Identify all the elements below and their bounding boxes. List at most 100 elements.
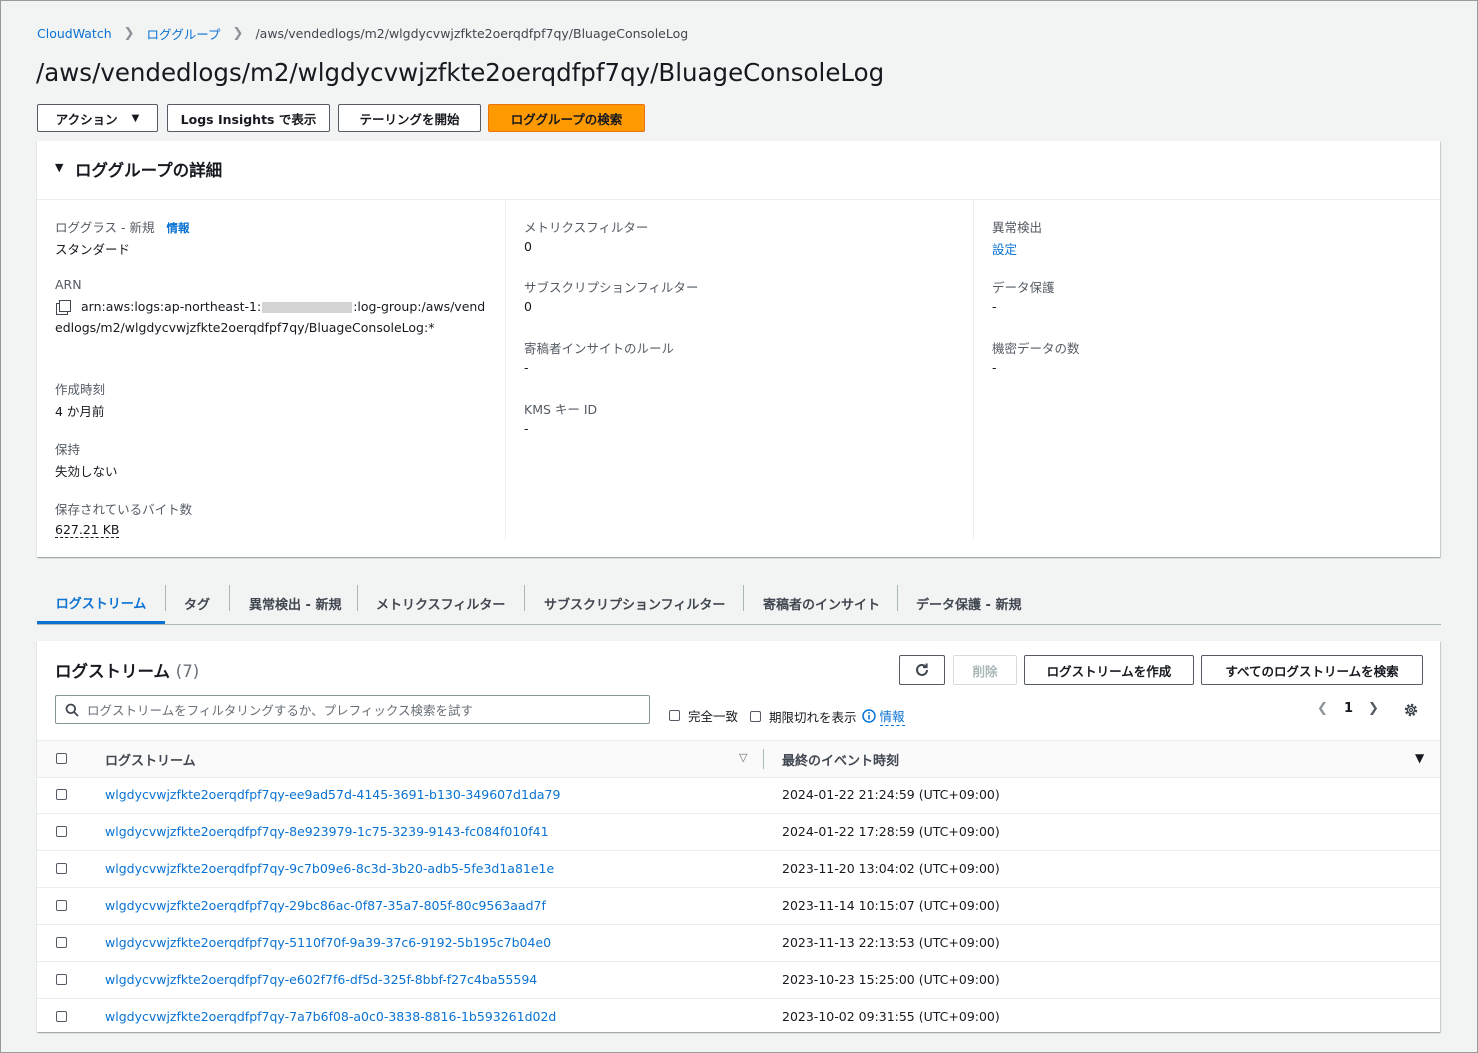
- previous-page-icon[interactable]: ❮: [1317, 701, 1328, 716]
- create-log-stream-button[interactable]: ログストリームを作成: [1024, 655, 1194, 685]
- refresh-icon: [916, 663, 928, 676]
- last-event-time: 2024-01-22 21:24:59 (UTC+09:00): [782, 787, 1000, 802]
- table-header: ログストリーム ▽ 最終のイベント時刻 ▼: [37, 740, 1440, 778]
- chevron-right-icon: ❯: [232, 25, 244, 41]
- log-stream-link[interactable]: wlgdycvwjzfkte2oerqdfpf7qy-29bc86ac-0f87…: [105, 898, 546, 913]
- row-checkbox[interactable]: [56, 937, 67, 948]
- log-stream-link[interactable]: wlgdycvwjzfkte2oerqdfpf7qy-8e923979-1c75…: [105, 824, 549, 839]
- log-stream-filter-input[interactable]: ログストリームをフィルタリングするか、プレフィックス検索を試す: [55, 695, 650, 724]
- search-log-group-button[interactable]: ロググループの検索: [488, 104, 645, 132]
- sensitive-count-value: -: [992, 360, 997, 375]
- tab-bar: ログストリーム タグ 異常検出 - 新規 メトリクスフィルター サブスクリプショ…: [37, 583, 1441, 625]
- filter-placeholder: ログストリームをフィルタリングするか、プレフィックス検索を試す: [87, 703, 474, 718]
- column-header-last-event-time[interactable]: 最終のイベント時刻: [782, 750, 899, 769]
- kms-value: -: [524, 421, 529, 436]
- actions-dropdown-button[interactable]: アクション ▼: [37, 104, 158, 132]
- show-expired-option[interactable]: 期限切れを表示 情報: [750, 706, 905, 726]
- tab-tags[interactable]: タグ: [184, 583, 210, 623]
- exact-match-option[interactable]: 完全一致: [669, 706, 738, 725]
- page-number[interactable]: 1: [1344, 701, 1353, 716]
- row-checkbox[interactable]: [56, 863, 67, 874]
- gear-icon[interactable]: [1403, 702, 1419, 718]
- show-expired-checkbox[interactable]: [750, 710, 761, 722]
- breadcrumb-log-groups[interactable]: ロググループ: [147, 24, 221, 43]
- log-stream-link[interactable]: wlgdycvwjzfkte2oerqdfpf7qy-e602f7f6-df5d…: [105, 972, 537, 987]
- tab-log-streams[interactable]: ログストリーム: [37, 583, 165, 624]
- arn-label: ARN: [55, 277, 82, 292]
- log-stream-link[interactable]: wlgdycvwjzfkte2oerqdfpf7qy-9c7b09e6-8c3d…: [105, 861, 554, 876]
- row-checkbox[interactable]: [56, 900, 67, 911]
- search-icon: [65, 703, 79, 717]
- row-checkbox[interactable]: [56, 974, 67, 985]
- data-protection-value: -: [992, 299, 997, 314]
- table-row: wlgdycvwjzfkte2oerqdfpf7qy-8e923979-1c75…: [37, 814, 1440, 851]
- stored-bytes-label: 保存されているバイト数: [55, 502, 193, 517]
- arn-value: arn:aws:logs:ap-northeast-1::log-group:/…: [55, 299, 486, 335]
- log-streams-title: ログストリーム (7): [55, 662, 200, 681]
- tab-anomaly-detection[interactable]: 異常検出 - 新規: [249, 583, 341, 623]
- tab-metric-filters[interactable]: メトリクスフィルター: [376, 583, 505, 623]
- table-row: wlgdycvwjzfkte2oerqdfpf7qy-5110f70f-9a39…: [37, 925, 1440, 962]
- select-all-checkbox[interactable]: [56, 753, 67, 764]
- redacted-account-id: [262, 302, 353, 313]
- table-row: wlgdycvwjzfkte2oerqdfpf7qy-9c7b09e6-8c3d…: [37, 851, 1440, 888]
- log-class-value: スタンダード: [55, 242, 131, 257]
- tab-divider: [165, 585, 166, 611]
- row-checkbox[interactable]: [56, 789, 67, 800]
- table-row: wlgdycvwjzfkte2oerqdfpf7qy-ee9ad57d-4145…: [37, 777, 1440, 814]
- log-group-details-panel: ▼ ロググループの詳細 ロググラス - 新規 情報 スタンダード ARN arn:…: [37, 141, 1440, 557]
- log-stream-link[interactable]: wlgdycvwjzfkte2oerqdfpf7qy-5110f70f-9a39…: [105, 935, 551, 950]
- log-stream-link[interactable]: wlgdycvwjzfkte2oerqdfpf7qy-ee9ad57d-4145…: [105, 787, 560, 802]
- row-checkbox[interactable]: [56, 826, 67, 837]
- exact-match-checkbox[interactable]: [669, 710, 680, 721]
- view-in-logs-insights-button[interactable]: Logs Insights で表示: [167, 104, 330, 132]
- data-protection-label: データ保護: [992, 280, 1055, 295]
- sort-icon[interactable]: ▽: [739, 751, 747, 764]
- tab-divider: [524, 585, 525, 611]
- table-row: wlgdycvwjzfkte2oerqdfpf7qy-7a7b6f08-a0c0…: [37, 999, 1440, 1035]
- page-title: /aws/vendedlogs/m2/wlgdycvwjzfkte2oerqdf…: [36, 58, 885, 87]
- breadcrumb-cloudwatch[interactable]: CloudWatch: [37, 26, 112, 41]
- details-column-2: メトリクスフィルター 0 サブスクリプションフィルター 0 寄稿者インサイトのル…: [505, 199, 974, 539]
- show-expired-label: 期限切れを表示: [769, 709, 857, 725]
- row-checkbox[interactable]: [56, 1011, 67, 1022]
- tab-divider: [743, 585, 744, 611]
- tab-divider: [897, 585, 898, 611]
- info-link[interactable]: 情報: [166, 221, 189, 235]
- table-row: wlgdycvwjzfkte2oerqdfpf7qy-29bc86ac-0f87…: [37, 888, 1440, 925]
- next-page-icon[interactable]: ❯: [1368, 701, 1379, 716]
- subscription-value: 0: [524, 299, 532, 314]
- log-streams-panel: ログストリーム (7) 削除 ログストリームを作成 すべてのログストリームを検索…: [37, 641, 1440, 1032]
- breadcrumb-current: /aws/vendedlogs/m2/wlgdycvwjzfkte2oerqdf…: [255, 25, 689, 41]
- copy-icon[interactable]: [59, 300, 71, 312]
- details-title: ロググループの詳細: [75, 161, 223, 180]
- last-event-time: 2023-11-13 22:13:53 (UTC+09:00): [782, 935, 1000, 950]
- tab-contributor-insights[interactable]: 寄稿者のインサイト: [763, 583, 880, 623]
- details-header[interactable]: ▼ ロググループの詳細: [37, 141, 1440, 200]
- log-class-label: ロググラス - 新規 情報: [55, 220, 190, 235]
- retention-value: 失効しない: [55, 464, 118, 479]
- delete-button[interactable]: 削除: [953, 655, 1017, 685]
- anomaly-configure-link[interactable]: 設定: [992, 239, 1017, 258]
- chevron-right-icon: ❯: [123, 25, 135, 41]
- stored-bytes-value[interactable]: 627.21 KB: [55, 522, 120, 538]
- caret-down-icon: ▼: [131, 112, 140, 124]
- metric-filter-label: メトリクスフィルター: [524, 220, 649, 235]
- tab-data-protection[interactable]: データ保護 - 新規: [916, 583, 1021, 623]
- log-stream-link[interactable]: wlgdycvwjzfkte2oerqdfpf7qy-7a7b6f08-a0c0…: [105, 1009, 556, 1024]
- details-column-3: 異常検出 設定 データ保護 - 機密データの数 -: [973, 199, 1440, 539]
- tab-subscription-filters[interactable]: サブスクリプションフィルター: [544, 583, 725, 623]
- sort-descending-icon[interactable]: ▼: [1415, 751, 1424, 765]
- start-tailing-button[interactable]: テーリングを開始: [338, 104, 481, 132]
- column-header-log-stream[interactable]: ログストリーム: [105, 750, 196, 769]
- last-event-time: 2023-11-20 13:04:02 (UTC+09:00): [782, 861, 1000, 876]
- search-all-log-streams-button[interactable]: すべてのログストリームを検索: [1201, 655, 1423, 685]
- table-row: wlgdycvwjzfkte2oerqdfpf7qy-e602f7f6-df5d…: [37, 962, 1440, 999]
- info-icon: [861, 709, 876, 723]
- expand-triangle-icon[interactable]: ▼: [55, 161, 63, 174]
- tab-divider: [357, 585, 358, 611]
- last-event-time: 2023-10-23 15:25:00 (UTC+09:00): [782, 972, 1000, 987]
- info-link[interactable]: 情報: [861, 706, 905, 726]
- refresh-button[interactable]: [899, 655, 945, 685]
- last-event-time: 2023-11-14 10:15:07 (UTC+09:00): [782, 898, 1000, 913]
